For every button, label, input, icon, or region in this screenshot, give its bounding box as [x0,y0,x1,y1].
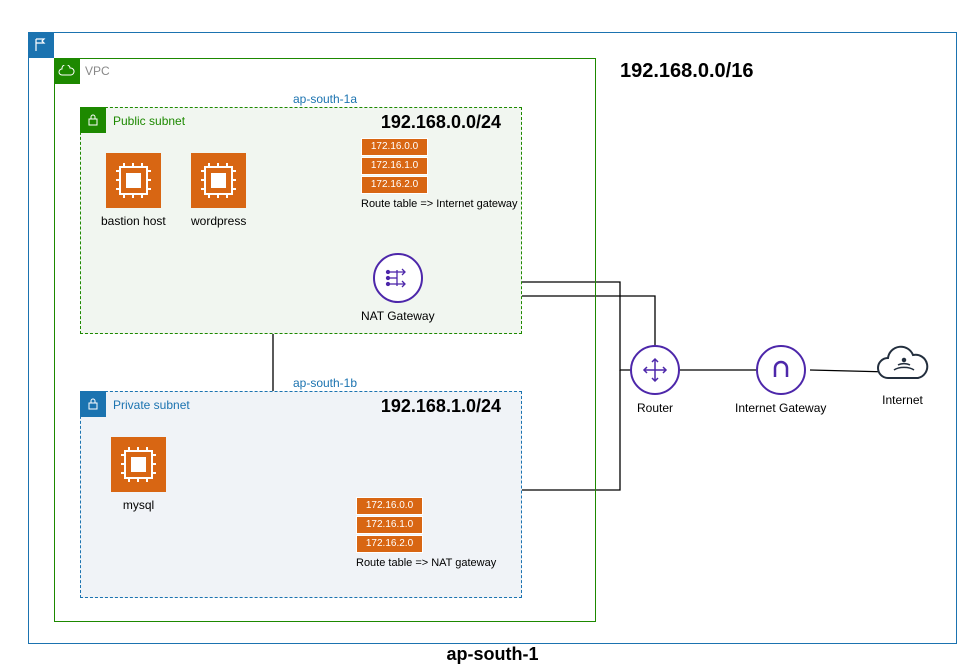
igw-node: Internet Gateway [735,345,826,415]
ec2-icon [191,153,246,208]
igw-label: Internet Gateway [735,401,826,415]
region-boundary: ap-south-1 VPC ap-south-1a Public subnet… [28,32,957,644]
route-tag: 172.16.2.0 [356,535,423,553]
private-subnet-icon [80,391,106,417]
public-subnet-box: Public subnet 192.168.0.0/24 bastion hos… [80,107,522,334]
internet-cloud-icon [870,338,935,390]
wordpress-label: wordpress [191,214,246,228]
route-tag: 172.16.1.0 [361,157,428,175]
vpc-boundary: VPC ap-south-1a Public subnet 192.168.0.… [54,58,596,622]
internet-node: Internet [870,338,935,407]
public-subnet-icon [80,107,106,133]
mysql-label: mysql [111,498,166,512]
public-subnet-cidr: 192.168.0.0/24 [381,112,501,133]
mysql-instance: mysql [111,437,166,512]
ec2-icon [111,437,166,492]
router-icon [630,345,680,395]
public-route-caption: Route table => Internet gateway [361,198,518,210]
nat-gateway-node: NAT Gateway [361,253,435,323]
public-subnet-label: Public subnet [113,114,185,128]
private-subnet-cidr: 192.168.1.0/24 [381,396,501,417]
route-tag: 172.16.0.0 [356,497,423,515]
internet-label: Internet [870,393,935,407]
private-subnet-box: Private subnet 192.168.1.0/24 mysql 172.… [80,391,522,598]
nat-gateway-label: NAT Gateway [361,309,435,323]
vpc-cloud-icon [54,58,80,84]
router-node: Router [630,345,680,415]
bastion-label: bastion host [101,214,166,228]
private-subnet-label: Private subnet [113,398,190,412]
nat-gateway-icon [373,253,423,303]
router-label: Router [630,401,680,415]
wordpress-instance: wordpress [191,153,246,228]
public-route-table: 172.16.0.0 172.16.1.0 172.16.2.0 Route t… [361,138,518,210]
region-label: ap-south-1 [447,644,539,665]
region-flag-icon [28,32,54,58]
vpc-cidr: 192.168.0.0/16 [620,60,753,83]
ec2-icon [106,153,161,208]
private-route-caption: Route table => NAT gateway [356,557,496,569]
vpc-label: VPC [85,64,110,78]
az1-label: ap-south-1a [293,92,357,106]
bastion-instance: bastion host [101,153,166,228]
igw-icon [756,345,806,395]
az2-label: ap-south-1b [293,376,357,390]
route-tag: 172.16.1.0 [356,516,423,534]
route-tag: 172.16.0.0 [361,138,428,156]
route-tag: 172.16.2.0 [361,176,428,194]
private-route-table: 172.16.0.0 172.16.1.0 172.16.2.0 Route t… [356,497,496,569]
